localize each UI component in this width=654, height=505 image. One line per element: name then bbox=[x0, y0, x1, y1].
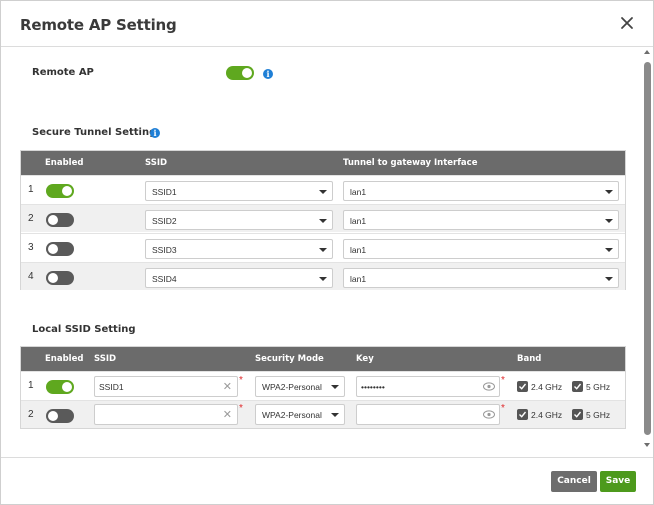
column-header: SSID bbox=[145, 158, 168, 168]
table-row: 2 ✕ * WPA2-Personal * 2.4 GHz 5 GHz bbox=[21, 400, 625, 428]
column-header: Enabled bbox=[45, 158, 84, 168]
table-row: 1 SSID1 lan1 bbox=[21, 175, 625, 203]
eye-icon[interactable] bbox=[483, 382, 495, 391]
ssid-input[interactable]: ✕ bbox=[94, 404, 238, 425]
table-header: Enabled SSID Security Mode Key Band bbox=[21, 347, 625, 371]
table-row: 4 SSID4 lan1 bbox=[21, 262, 625, 290]
info-icon[interactable]: i bbox=[150, 128, 160, 138]
chevron-down-icon bbox=[319, 248, 327, 252]
cancel-button[interactable]: Cancel bbox=[551, 471, 597, 492]
enabled-toggle[interactable] bbox=[46, 409, 74, 423]
chevron-down-icon bbox=[605, 248, 613, 252]
column-header: Enabled bbox=[45, 354, 84, 364]
chevron-down-icon bbox=[605, 277, 613, 281]
table-row: 1 SSID1 ✕ * WPA2-Personal •••••••• * 2.4… bbox=[21, 371, 625, 399]
secure-tunnel-table: Enabled SSID Tunnel to gateway Interface… bbox=[20, 150, 626, 290]
band-5-label: 5 GHz bbox=[586, 410, 611, 420]
enabled-toggle[interactable] bbox=[46, 213, 74, 227]
band-5-checkbox[interactable] bbox=[572, 409, 583, 420]
column-header: SSID bbox=[94, 354, 117, 364]
dialog-footer: Cancel Save bbox=[1, 457, 653, 505]
row-index: 2 bbox=[28, 409, 34, 420]
interface-select[interactable]: lan1 bbox=[343, 268, 619, 288]
remote-ap-toggle[interactable] bbox=[226, 66, 254, 80]
checkmark-icon bbox=[519, 411, 527, 418]
ssid-select[interactable]: SSID2 bbox=[145, 210, 333, 230]
enabled-toggle[interactable] bbox=[46, 380, 74, 394]
row-index: 3 bbox=[28, 242, 34, 253]
band-5-checkbox[interactable] bbox=[572, 381, 583, 392]
chevron-down-icon bbox=[319, 219, 327, 223]
key-input[interactable] bbox=[356, 404, 500, 425]
row-index: 1 bbox=[28, 380, 34, 391]
clear-icon[interactable]: ✕ bbox=[223, 408, 232, 421]
band-24-label: 2.4 GHz bbox=[531, 382, 563, 392]
required-mark: * bbox=[501, 403, 505, 414]
local-ssid-table: Enabled SSID Security Mode Key Band 1 SS… bbox=[20, 346, 626, 429]
ssid-input[interactable]: SSID1 ✕ bbox=[94, 376, 238, 397]
checkmark-icon bbox=[519, 383, 527, 390]
checkmark-icon bbox=[574, 411, 582, 418]
ssid-select[interactable]: SSID1 bbox=[145, 181, 333, 201]
chevron-down-icon bbox=[319, 190, 327, 194]
chevron-down-icon bbox=[331, 385, 339, 389]
remote-ap-setting-dialog: Remote AP Setting Remote AP i Secure Tun… bbox=[0, 0, 654, 505]
chevron-down-icon bbox=[605, 219, 613, 223]
enabled-toggle[interactable] bbox=[46, 184, 74, 198]
table-row: 3 SSID3 lan1 bbox=[21, 233, 625, 261]
dialog-header: Remote AP Setting bbox=[1, 1, 653, 47]
secure-tunnel-title: Secure Tunnel Setting bbox=[32, 127, 157, 138]
column-header: Key bbox=[356, 354, 374, 364]
row-index: 1 bbox=[28, 184, 34, 195]
clear-icon[interactable]: ✕ bbox=[223, 380, 232, 393]
chevron-down-icon bbox=[319, 277, 327, 281]
interface-select[interactable]: lan1 bbox=[343, 210, 619, 230]
enabled-toggle[interactable] bbox=[46, 242, 74, 256]
row-index: 2 bbox=[28, 213, 34, 224]
security-mode-select[interactable]: WPA2-Personal bbox=[255, 404, 345, 425]
remote-ap-label: Remote AP bbox=[32, 67, 94, 78]
band-24-checkbox[interactable] bbox=[517, 409, 528, 420]
band-5-label: 5 GHz bbox=[586, 382, 611, 392]
checkmark-icon bbox=[574, 383, 582, 390]
scroll-up-arrow[interactable] bbox=[644, 50, 650, 54]
dialog-title: Remote AP Setting bbox=[20, 16, 177, 34]
row-index: 4 bbox=[28, 271, 34, 282]
interface-select[interactable]: lan1 bbox=[343, 239, 619, 259]
ssid-select[interactable]: SSID4 bbox=[145, 268, 333, 288]
required-mark: * bbox=[501, 375, 505, 386]
enabled-toggle[interactable] bbox=[46, 271, 74, 285]
required-mark: * bbox=[239, 403, 243, 414]
eye-icon[interactable] bbox=[483, 410, 495, 419]
table-row: 2 SSID2 lan1 bbox=[21, 204, 625, 232]
save-button[interactable]: Save bbox=[600, 471, 636, 492]
local-ssid-title: Local SSID Setting bbox=[32, 324, 136, 335]
chevron-down-icon bbox=[331, 413, 339, 417]
info-icon[interactable]: i bbox=[263, 69, 273, 79]
column-header: Tunnel to gateway Interface bbox=[343, 158, 478, 168]
column-header: Security Mode bbox=[255, 354, 324, 364]
required-mark: * bbox=[239, 375, 243, 386]
chevron-down-icon bbox=[605, 190, 613, 194]
band-24-checkbox[interactable] bbox=[517, 381, 528, 392]
security-mode-select[interactable]: WPA2-Personal bbox=[255, 376, 345, 397]
band-24-label: 2.4 GHz bbox=[531, 410, 563, 420]
scrollbar-thumb[interactable] bbox=[644, 62, 651, 435]
scroll-down-arrow[interactable] bbox=[644, 443, 650, 447]
table-header: Enabled SSID Tunnel to gateway Interface bbox=[21, 151, 625, 175]
key-input[interactable]: •••••••• bbox=[356, 376, 500, 397]
close-icon[interactable] bbox=[619, 15, 635, 31]
interface-select[interactable]: lan1 bbox=[343, 181, 619, 201]
ssid-select[interactable]: SSID3 bbox=[145, 239, 333, 259]
column-header: Band bbox=[517, 354, 542, 364]
